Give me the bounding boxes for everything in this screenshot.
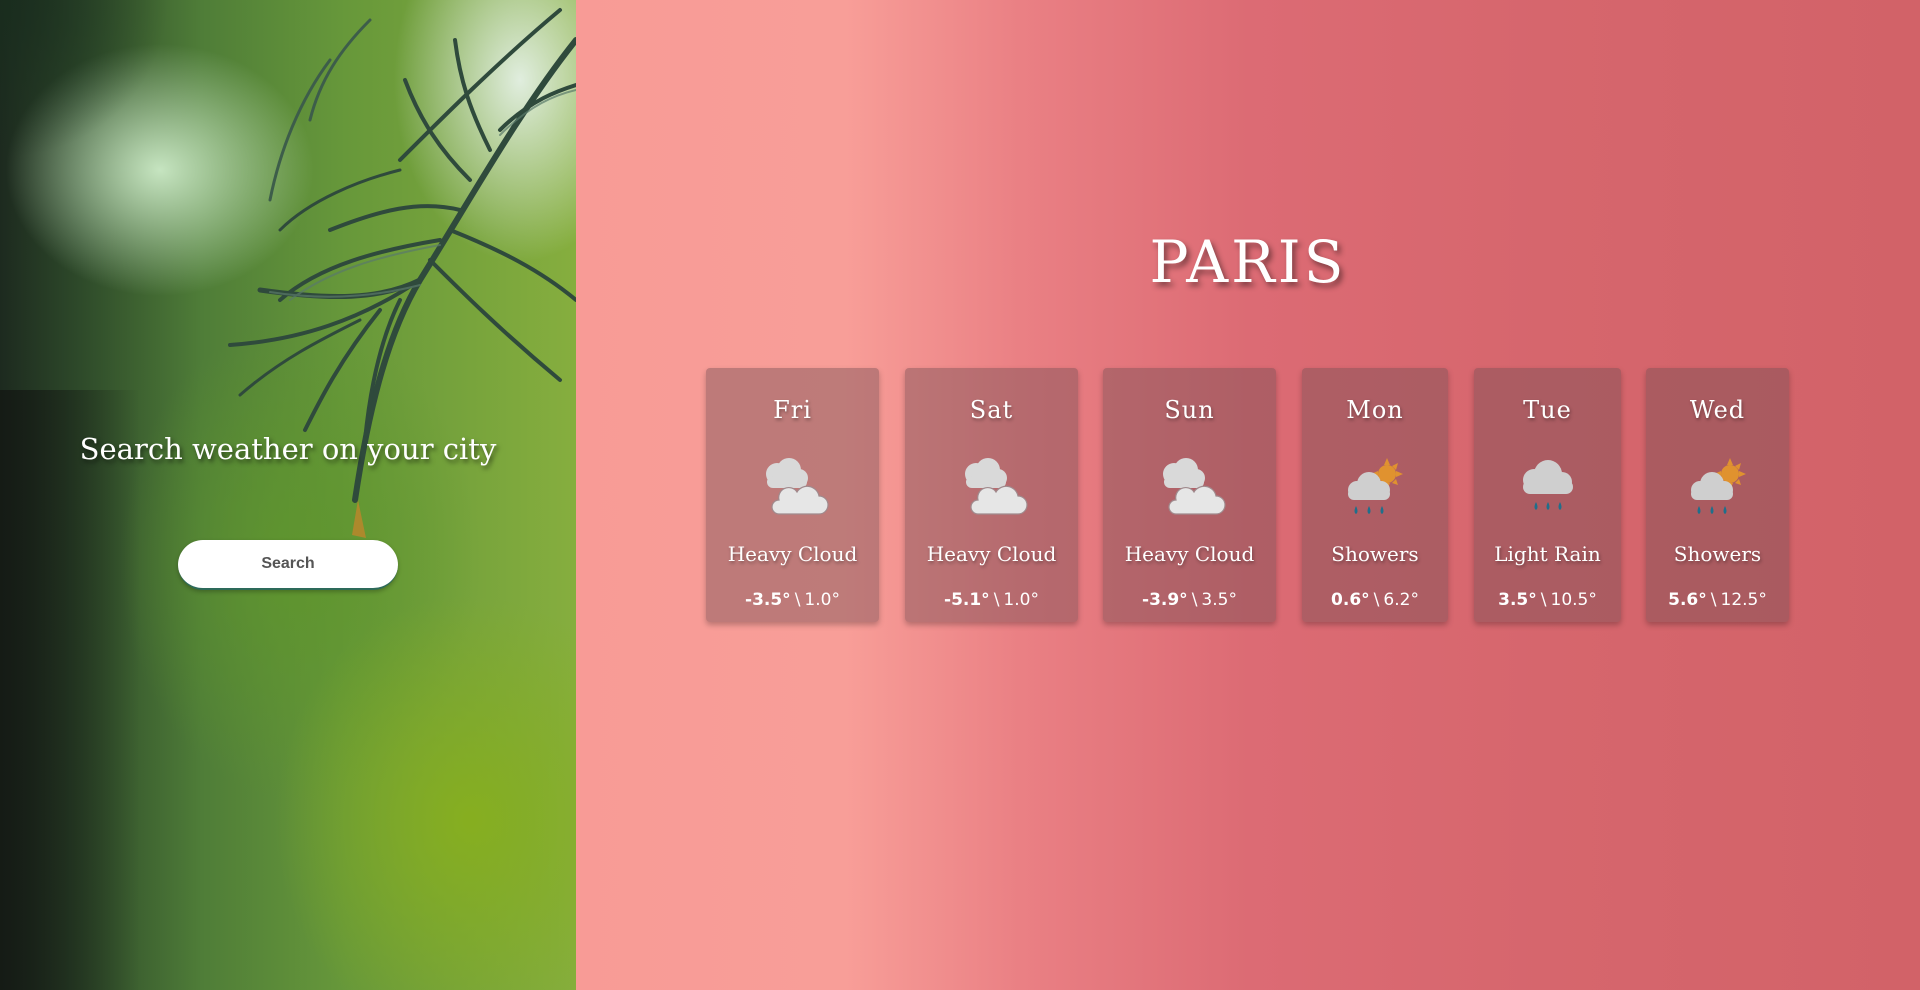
day-name: Sun (1164, 396, 1215, 424)
temp-max: 1.0° (1003, 590, 1039, 610)
showers-icon (1690, 458, 1746, 514)
condition-label: Heavy Cloud (1124, 542, 1255, 566)
temp-max: 6.2° (1383, 590, 1419, 610)
day-card: Sun Heavy Cloud -3.9° \ 3.5° (1103, 368, 1276, 622)
showers-icon (1348, 458, 1403, 514)
day-card: Tue Light Rain 3.5° \ 10.5° (1474, 368, 1621, 622)
day-card: Mon Showers 0.6° \ 6.2° (1302, 368, 1448, 622)
temp-max: 1.0° (804, 590, 840, 610)
temperature-range: -5.1° \ 1.0° (905, 590, 1078, 610)
city-title: PARIS (1149, 228, 1347, 296)
temp-min: 5.6° (1668, 590, 1707, 610)
condition-label: Heavy Cloud (727, 542, 858, 566)
search-button[interactable]: Search (178, 540, 398, 590)
weather-app: Search weather on your city Search PARIS… (0, 0, 1920, 990)
temp-max: 12.5° (1720, 590, 1767, 610)
heavy-cloud-icon (1162, 458, 1226, 515)
light-rain-icon (1522, 460, 1573, 510)
temp-min: -5.1° (944, 590, 990, 610)
day-name: Sat (969, 396, 1014, 424)
condition-label: Showers (1331, 542, 1419, 566)
temp-separator: \ (1540, 590, 1547, 610)
temp-min: 3.5° (1498, 590, 1537, 610)
search-panel: Search weather on your city Search (0, 0, 576, 990)
temp-separator: \ (794, 590, 801, 610)
temp-max: 3.5° (1201, 590, 1237, 610)
temp-min: 0.6° (1331, 590, 1370, 610)
search-heading: Search weather on your city (79, 432, 497, 466)
condition-label: Heavy Cloud (926, 542, 1057, 566)
heavy-cloud-icon (765, 458, 829, 515)
temperature-range: -3.9° \ 3.5° (1103, 590, 1276, 610)
pine-branch-image (228, 8, 576, 538)
day-name: Fri (773, 396, 812, 424)
temperature-range: 5.6° \ 12.5° (1646, 590, 1789, 610)
temp-separator: \ (1191, 590, 1198, 610)
day-card: Wed Showers 5.6° \ 12.5° (1646, 368, 1789, 622)
day-card: Sat Heavy Cloud -5.1° \ 1.0° (905, 368, 1078, 622)
day-name: Mon (1346, 396, 1404, 424)
temp-separator: \ (993, 590, 1000, 610)
day-name: Tue (1523, 396, 1572, 424)
temp-min: -3.5° (745, 590, 791, 610)
day-card: Fri Heavy Cloud -3.5° \ 1.0° (706, 368, 879, 622)
forecast-list: Fri Heavy Cloud -3.5° \ 1.0° Sat Heavy C… (576, 368, 1920, 622)
temp-min: -3.9° (1142, 590, 1188, 610)
condition-label: Showers (1673, 542, 1762, 566)
temperature-range: 0.6° \ 6.2° (1302, 590, 1448, 610)
temp-separator: \ (1710, 590, 1717, 610)
temp-max: 10.5° (1550, 590, 1597, 610)
forecast-panel: PARIS Fri Heavy Cloud -3.5° \ 1.0° Sat H… (576, 0, 1920, 990)
temperature-range: 3.5° \ 10.5° (1474, 590, 1621, 610)
heavy-cloud-icon (964, 458, 1028, 515)
condition-label: Light Rain (1494, 542, 1601, 566)
day-name: Wed (1689, 396, 1746, 424)
temp-separator: \ (1373, 590, 1380, 610)
temperature-range: -3.5° \ 1.0° (706, 590, 879, 610)
